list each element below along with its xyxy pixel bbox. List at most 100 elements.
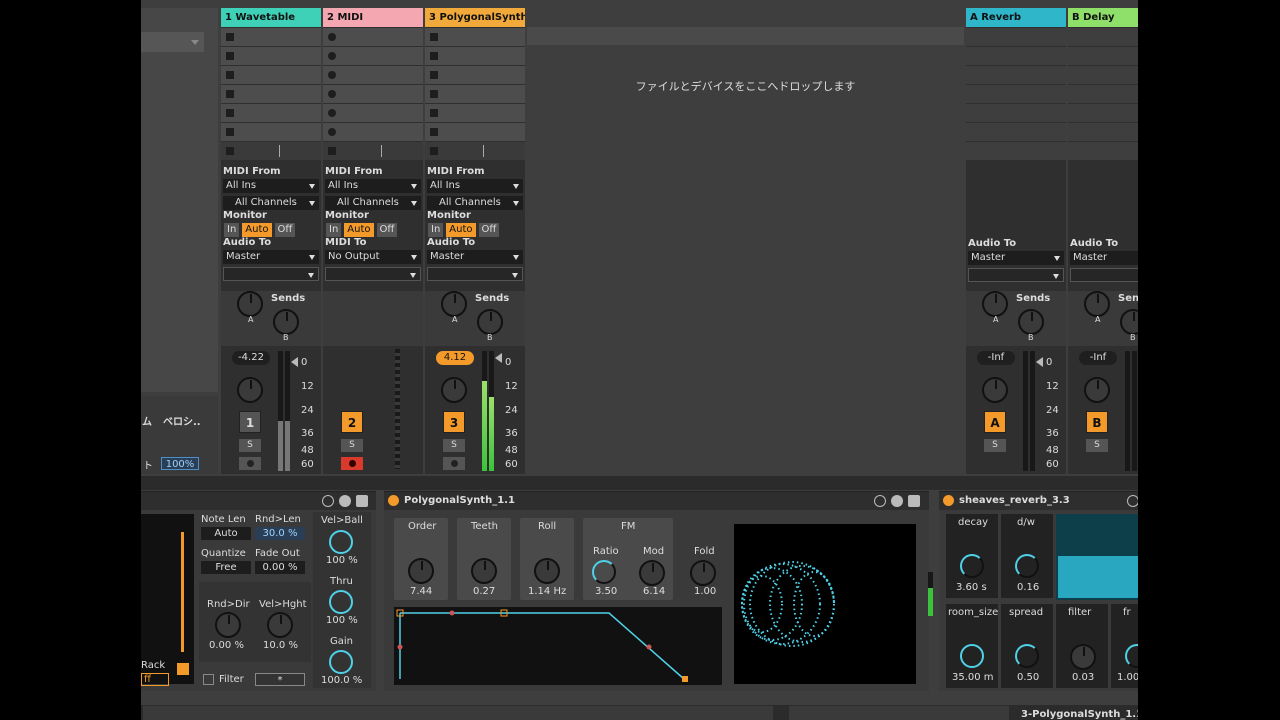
clip-slot[interactable]	[425, 47, 525, 65]
chevron-down-icon[interactable]	[191, 40, 199, 45]
volume-display[interactable]: -Inf	[1079, 351, 1117, 365]
save-icon[interactable]	[908, 495, 920, 507]
midi-to-sub-select[interactable]	[325, 267, 421, 281]
return-activator-button[interactable]: B	[1086, 411, 1108, 433]
send-a-knob[interactable]	[441, 291, 467, 317]
clip-slot[interactable]	[221, 104, 321, 122]
room-size-knob[interactable]	[960, 644, 984, 668]
audio-to-sub-select[interactable]	[1070, 268, 1138, 282]
stop-icon[interactable]	[430, 52, 438, 60]
order-knob[interactable]	[408, 558, 434, 584]
envelope-node[interactable]	[397, 644, 403, 650]
filter-checkbox[interactable]	[203, 674, 214, 685]
clip-slot[interactable]	[221, 85, 321, 103]
send-b-knob[interactable]	[273, 309, 299, 335]
audio-to-sub-select[interactable]	[427, 267, 523, 281]
gain-knob[interactable]	[329, 650, 353, 674]
solo-button[interactable]: S	[341, 439, 363, 452]
clip-slot[interactable]	[221, 123, 321, 141]
stop-icon[interactable]	[226, 90, 234, 98]
device-power-icon[interactable]	[943, 495, 954, 506]
stop-icon[interactable]	[226, 109, 234, 117]
clip-slot[interactable]	[221, 66, 321, 84]
record-icon[interactable]	[328, 109, 336, 117]
rnd-len-field[interactable]: 30.0 %	[255, 527, 305, 540]
save-icon[interactable]	[356, 495, 368, 507]
solo-button[interactable]: S	[984, 439, 1006, 452]
stop-icon[interactable]	[328, 147, 336, 155]
fr-knob[interactable]	[1125, 644, 1138, 668]
roll-knob[interactable]	[534, 558, 560, 584]
arm-button[interactable]	[443, 457, 465, 470]
fold-icon[interactable]	[1127, 495, 1138, 507]
clip-slot[interactable]	[425, 66, 525, 84]
filter-field[interactable]: *	[255, 673, 305, 686]
solo-button[interactable]: S	[443, 439, 465, 452]
audio-to-select[interactable]: Master	[1070, 251, 1138, 265]
fold-knob[interactable]	[690, 560, 716, 586]
clip-slot[interactable]	[425, 85, 525, 103]
rnd-dir-knob[interactable]	[215, 612, 241, 638]
rack-icon[interactable]	[177, 663, 189, 675]
clip-slot[interactable]	[323, 85, 423, 103]
midi-from-select[interactable]: All Ins	[325, 179, 421, 193]
return-activator-button[interactable]: A	[984, 411, 1006, 433]
stop-icon[interactable]	[430, 33, 438, 41]
device-power-icon[interactable]	[388, 495, 399, 506]
volume-fader-caret[interactable]	[495, 353, 502, 363]
stop-icon[interactable]	[226, 52, 234, 60]
midi-channel-select[interactable]: All Channels	[427, 196, 523, 210]
monitor-auto-button[interactable]: Auto	[446, 223, 476, 237]
send-b-knob[interactable]	[1120, 309, 1138, 335]
audio-to-sub-select[interactable]	[223, 267, 319, 281]
audio-to-select[interactable]: Master	[968, 251, 1064, 265]
envelope-editor[interactable]	[394, 607, 722, 685]
stop-icon[interactable]	[430, 147, 438, 155]
volume-display[interactable]: -4.22	[232, 351, 270, 365]
monitor-in-button[interactable]: In	[428, 223, 444, 237]
midi-channel-select[interactable]: All Channels	[223, 196, 319, 210]
stop-clips-row[interactable]	[425, 142, 525, 160]
monitor-off-button[interactable]: Off	[376, 223, 398, 237]
solo-button[interactable]: S	[239, 439, 261, 452]
envelope-node[interactable]	[682, 676, 688, 682]
pan-knob[interactable]	[1084, 377, 1110, 403]
volume-display[interactable]: -Inf	[977, 351, 1015, 365]
send-b-knob[interactable]	[477, 309, 503, 335]
send-a-knob[interactable]	[237, 291, 263, 317]
monitor-auto-button[interactable]: Auto	[242, 223, 272, 237]
audio-to-sub-select[interactable]	[968, 268, 1064, 282]
envelope-node[interactable]	[449, 610, 455, 616]
record-icon[interactable]	[328, 90, 336, 98]
clip-slot[interactable]	[323, 123, 423, 141]
settings-icon[interactable]	[891, 495, 903, 507]
midi-to-select[interactable]: No Output	[325, 250, 421, 264]
solo-button[interactable]: S	[1086, 439, 1108, 452]
volume-fader-caret[interactable]	[291, 357, 298, 367]
midi-from-select[interactable]: All Ins	[427, 179, 523, 193]
fold-icon[interactable]	[874, 495, 886, 507]
ratio-knob[interactable]	[592, 560, 616, 584]
filter-knob[interactable]	[1070, 644, 1096, 670]
quantize-field[interactable]: Free	[201, 561, 251, 574]
arm-button[interactable]	[341, 457, 363, 470]
send-a-knob[interactable]	[982, 291, 1008, 317]
spread-knob[interactable]	[1015, 644, 1039, 668]
audio-to-select[interactable]: Master	[223, 250, 319, 264]
clip-slot[interactable]	[323, 28, 423, 46]
stop-clips-row[interactable]	[221, 142, 321, 160]
stop-icon[interactable]	[430, 109, 438, 117]
send-b-knob[interactable]	[1018, 309, 1044, 335]
dw-knob[interactable]	[1015, 554, 1039, 578]
envelope-node[interactable]	[646, 644, 652, 650]
stop-icon[interactable]	[430, 71, 438, 79]
arm-button[interactable]	[239, 457, 261, 470]
mod-knob[interactable]	[639, 560, 665, 586]
volume-display[interactable]: 4.12	[436, 351, 474, 365]
track-title[interactable]: A Reverb	[966, 8, 1066, 27]
midi-channel-select[interactable]: All Channels	[325, 196, 421, 210]
send-a-knob[interactable]	[1084, 291, 1110, 317]
settings-icon[interactable]	[339, 495, 351, 507]
pan-knob[interactable]	[441, 377, 467, 403]
monitor-auto-button[interactable]: Auto	[344, 223, 374, 237]
